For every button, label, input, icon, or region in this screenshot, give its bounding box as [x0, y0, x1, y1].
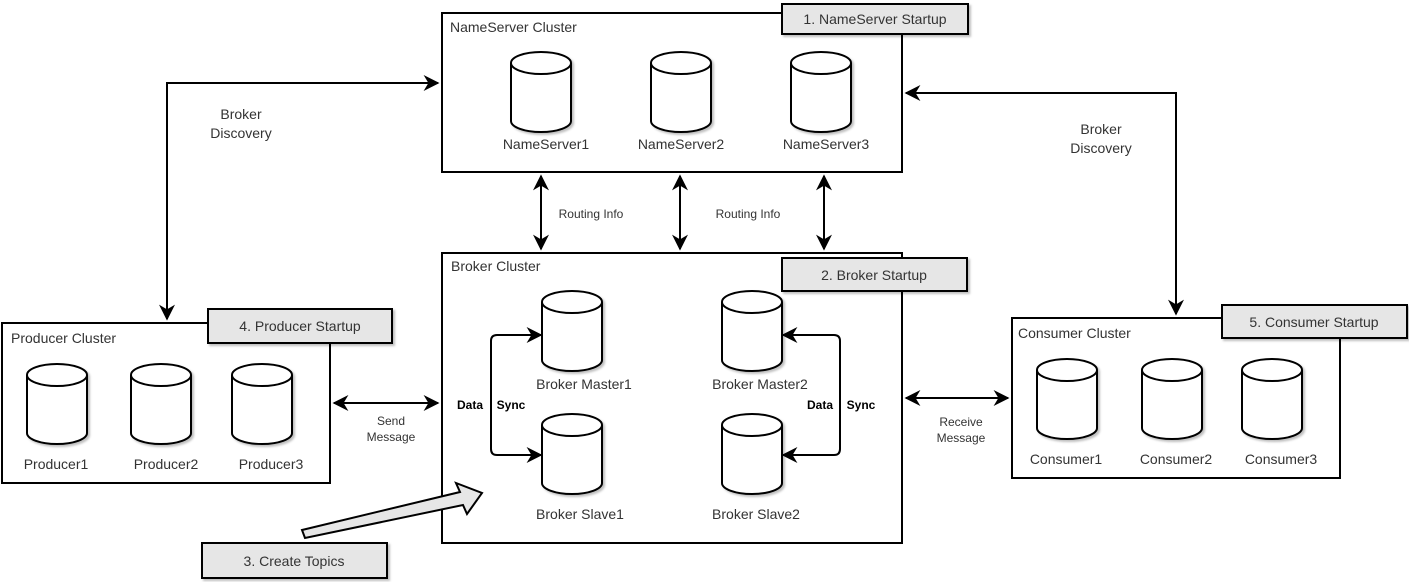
- send-message-line2: Message: [367, 430, 416, 444]
- broker-slave1-icon: [541, 413, 603, 495]
- broker-slave2-label: Broker Slave2: [712, 506, 800, 522]
- consumer3-label: Consumer3: [1245, 451, 1318, 467]
- routing-info-edges: Routing Info Routing Info: [533, 174, 832, 251]
- create-topics: 3. Create Topics: [201, 481, 484, 579]
- nameserver1-label: NameServer1: [503, 136, 590, 152]
- architecture-diagram: NameServer Cluster NameServer1 NameServe…: [1, 3, 1408, 579]
- consumer-cluster: Consumer Cluster Consumer1 Consumer2 Con…: [1011, 317, 1341, 479]
- consumer3-icon: [1241, 358, 1303, 440]
- data-sync-left-sync: Sync: [497, 398, 526, 412]
- data-sync-left-data: Data: [457, 398, 483, 412]
- producer-cluster-title: Producer Cluster: [11, 330, 116, 346]
- broker-cluster: Broker Cluster Broker Master1 Broker Mas…: [441, 252, 903, 544]
- consumer2-icon: [1141, 358, 1203, 440]
- step-nameserver-startup: 1. NameServer Startup: [781, 3, 969, 35]
- producer-cluster: Producer Cluster Producer1 Producer2 Pro…: [1, 322, 331, 484]
- producer1-icon: [26, 363, 88, 445]
- step-consumer-startup: 5. Consumer Startup: [1221, 304, 1408, 339]
- nameserver2-icon: [650, 51, 712, 133]
- producer3-label: Producer3: [239, 456, 304, 472]
- broker-discovery-left-arrow: [159, 75, 440, 321]
- receive-message-line1: Receive: [939, 415, 983, 429]
- data-sync-right-sync: Sync: [847, 398, 876, 412]
- broker-slave1-label: Broker Slave1: [536, 506, 624, 522]
- send-message-line1: Send: [377, 414, 405, 428]
- broker-master2-icon: [721, 290, 783, 372]
- nameserver1-icon: [510, 51, 572, 133]
- broker-discovery-left-line1: Broker: [220, 106, 262, 122]
- consumer1-icon: [1036, 358, 1098, 440]
- producer2-icon: [130, 363, 192, 445]
- step-producer-startup-label: 4. Producer Startup: [239, 318, 361, 334]
- step-producer-startup: 4. Producer Startup: [207, 308, 393, 344]
- producer3-icon: [231, 363, 293, 445]
- step-nameserver-startup-label: 1. NameServer Startup: [803, 11, 946, 27]
- step-broker-startup-label: 2. Broker Startup: [821, 267, 927, 283]
- broker-slave2-icon: [721, 413, 783, 495]
- create-topics-label: 3. Create Topics: [244, 553, 345, 569]
- broker-master1-icon: [541, 290, 603, 372]
- nameserver3-label: NameServer3: [783, 136, 870, 152]
- routing-info-label-2: Routing Info: [716, 207, 781, 221]
- broker-discovery-right-line1: Broker: [1080, 121, 1122, 137]
- receive-message-edge: Receive Message: [904, 390, 1010, 445]
- nameserver-cluster: NameServer Cluster NameServer1 NameServe…: [441, 12, 903, 173]
- broker-cluster-title: Broker Cluster: [451, 258, 541, 274]
- consumer-cluster-title: Consumer Cluster: [1018, 325, 1131, 341]
- consumer2-label: Consumer2: [1140, 451, 1213, 467]
- routing-info-label-1: Routing Info: [559, 207, 624, 221]
- producer1-label: Producer1: [24, 456, 89, 472]
- nameserver-cluster-title: NameServer Cluster: [450, 19, 577, 35]
- broker-discovery-left-line2: Discovery: [210, 125, 271, 141]
- broker-master1-label: Broker Master1: [536, 376, 632, 392]
- broker-master2-label: Broker Master2: [712, 376, 808, 392]
- producer2-label: Producer2: [134, 456, 199, 472]
- nameserver2-label: NameServer2: [638, 136, 725, 152]
- broker-discovery-left: Broker Discovery: [159, 75, 440, 321]
- nameserver3-icon: [790, 51, 852, 133]
- receive-message-line2: Message: [937, 431, 986, 445]
- step-broker-startup: 2. Broker Startup: [781, 257, 968, 292]
- consumer1-label: Consumer1: [1030, 451, 1103, 467]
- step-consumer-startup-label: 5. Consumer Startup: [1249, 314, 1378, 330]
- data-sync-right-data: Data: [807, 398, 833, 412]
- send-message-edge: Send Message: [332, 395, 440, 444]
- broker-discovery-right-line2: Discovery: [1070, 140, 1131, 156]
